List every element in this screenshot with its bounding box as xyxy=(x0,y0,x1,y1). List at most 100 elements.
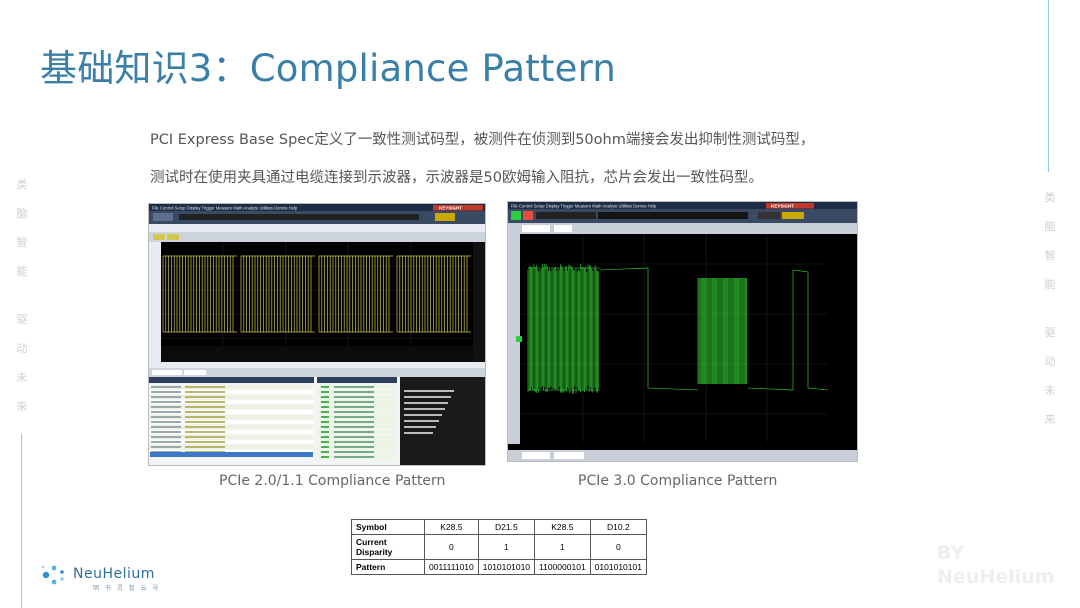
list-mark xyxy=(334,386,374,388)
watermark: BY NeuHelium xyxy=(937,541,1054,589)
table-cell: D10.2 xyxy=(590,520,646,535)
keysight-logo: KEYSIGHT xyxy=(439,205,462,210)
cell-mark xyxy=(151,386,181,388)
list-mark xyxy=(321,436,329,438)
side-char: 未 xyxy=(15,369,29,398)
list-mark xyxy=(334,456,374,458)
detail-line xyxy=(404,414,442,416)
scope-gen3-image: File Control Setup Display Trigger Measu… xyxy=(508,202,857,461)
list-mark xyxy=(334,416,374,418)
table-cell: 0101010101 xyxy=(590,560,646,575)
list-mark xyxy=(321,451,329,453)
cell-mark xyxy=(151,391,181,393)
cell-mark xyxy=(151,421,181,423)
intro-line-2: 测试时在使用夹具通过电缆连接到示波器，示波器是50欧姆输入阻抗，芯片会发出一致性… xyxy=(150,166,763,187)
cell-mark xyxy=(151,446,181,448)
cell-mark xyxy=(151,431,181,433)
side-char: 能 xyxy=(15,263,29,311)
table-cell: K28.5 xyxy=(425,520,479,535)
cell-mark xyxy=(185,436,225,438)
list-mark xyxy=(334,436,374,438)
detail-line xyxy=(404,396,451,398)
side-char: 脑 xyxy=(15,205,29,234)
right-top-line xyxy=(1048,0,1049,172)
table-cell: D21.5 xyxy=(478,520,534,535)
table-row: Current Disparity 0 1 1 0 xyxy=(352,535,647,560)
cell-mark xyxy=(151,441,181,443)
cell-mark xyxy=(185,391,225,393)
cell-mark xyxy=(185,401,225,403)
side-char: 类 xyxy=(15,176,29,205)
cell-mark xyxy=(151,396,181,398)
scope-screenshot-gen2: File Control Setup Display Trigger Measu… xyxy=(148,203,486,466)
list-mark xyxy=(334,431,374,433)
cell-mark xyxy=(185,431,225,433)
logo-icon xyxy=(40,563,68,587)
list-mark xyxy=(321,401,329,403)
list-mark xyxy=(334,426,374,428)
list-mark xyxy=(321,441,329,443)
side-text-right: 类 脑 智 能 驱 动 未 来 xyxy=(1043,189,1057,440)
list-mark xyxy=(321,386,329,388)
table-cell: Symbol xyxy=(352,520,425,535)
side-char: 脑 xyxy=(1043,218,1057,247)
table-cell: 1 xyxy=(478,535,534,560)
table-cell: Current Disparity xyxy=(352,535,425,560)
list-mark xyxy=(321,411,329,413)
detail-line xyxy=(404,402,448,404)
list-mark xyxy=(334,446,374,448)
gen3-waveform xyxy=(528,264,828,394)
cell-mark xyxy=(185,446,225,448)
side-char: 动 xyxy=(15,340,29,369)
logo-name: NeuHelium xyxy=(73,566,155,582)
list-mark xyxy=(334,396,374,398)
table-cell: 1100000101 xyxy=(535,560,591,575)
side-char: 动 xyxy=(1043,353,1057,382)
detail-line xyxy=(404,420,439,422)
table-cell: 0 xyxy=(425,535,479,560)
symbol-table: Symbol K28.5 D21.5 K28.5 D10.2 Current D… xyxy=(351,519,647,575)
table-row: Symbol K28.5 D21.5 K28.5 D10.2 xyxy=(352,520,647,535)
side-char: 智 xyxy=(15,234,29,263)
detail-line xyxy=(404,390,454,392)
list-mark xyxy=(321,426,329,428)
table-cell: 1 xyxy=(535,535,591,560)
cell-mark xyxy=(151,401,181,403)
list-mark xyxy=(321,416,329,418)
detail-line xyxy=(404,432,433,434)
side-char: 来 xyxy=(1043,411,1057,440)
cell-mark xyxy=(185,421,225,423)
table-cell: 0011111010 xyxy=(425,560,479,575)
detail-line xyxy=(404,426,436,428)
scope-menu: File Control Setup Display Trigger Measu… xyxy=(511,204,657,209)
keysight-logo: KEYSIGHT xyxy=(771,203,794,208)
cell-mark xyxy=(185,396,225,398)
side-text-left: 类 脑 智 能 驱 动 未 来 xyxy=(15,176,29,427)
detail-line xyxy=(404,408,445,410)
cell-mark xyxy=(185,411,225,413)
cell-mark xyxy=(185,441,225,443)
table-cell: Pattern xyxy=(352,560,425,575)
table-cell: 0 xyxy=(590,535,646,560)
side-char: 能 xyxy=(1043,276,1057,324)
cell-mark xyxy=(151,411,181,413)
caption-gen2: PCIe 2.0/1.1 Compliance Pattern xyxy=(219,473,445,489)
list-mark xyxy=(321,421,329,423)
list-mark xyxy=(321,406,329,408)
list-mark xyxy=(321,396,329,398)
caption-gen3: PCIe 3.0 Compliance Pattern xyxy=(578,473,777,489)
cell-mark xyxy=(185,416,225,418)
side-char: 驱 xyxy=(15,311,29,340)
side-char: 类 xyxy=(1043,189,1057,218)
cell-mark xyxy=(151,416,181,418)
list-mark xyxy=(334,411,374,413)
cell-mark xyxy=(185,426,225,428)
scope-gen2-image: File Control Setup Display Trigger Measu… xyxy=(149,204,485,465)
table-row: Pattern 0011111010 1010101010 1100000101… xyxy=(352,560,647,575)
list-mark xyxy=(321,446,329,448)
list-mark xyxy=(334,401,374,403)
side-char: 驱 xyxy=(1043,324,1057,353)
watermark-line-2: NeuHelium xyxy=(937,565,1054,589)
list-mark xyxy=(321,456,329,458)
table-cell: K28.5 xyxy=(535,520,591,535)
